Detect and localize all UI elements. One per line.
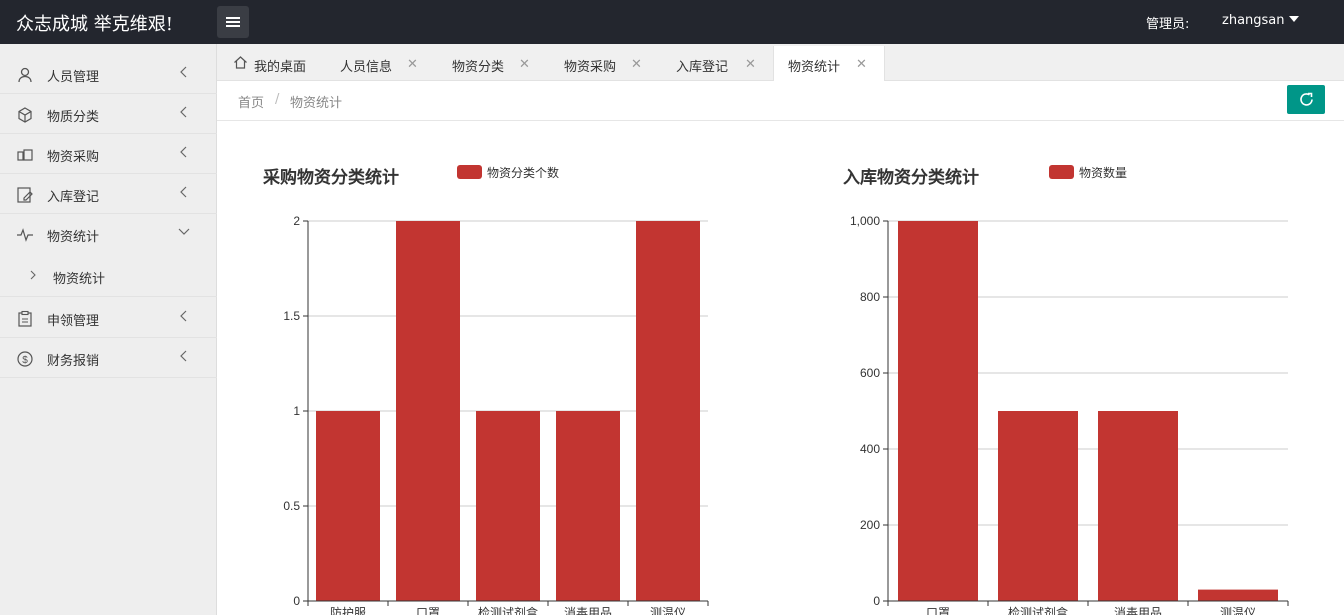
chevron-left-icon	[180, 350, 187, 362]
menu-icon-bar	[226, 21, 240, 23]
sidebar-item-label: 人员管理	[47, 70, 100, 85]
tab-personnel-info[interactable]: 人员信息 ✕	[323, 46, 435, 81]
y-tick-label: 400	[860, 442, 880, 456]
tab-label: 入库登记	[676, 60, 729, 75]
bar	[998, 411, 1078, 601]
sidebar-item-label: 物质分类	[47, 110, 100, 125]
user-icon	[18, 67, 32, 83]
sidebar-item-label: 物资采购	[47, 150, 100, 165]
y-tick-label: 0.5	[283, 499, 300, 513]
tab-desktop[interactable]: 我的桌面	[217, 46, 323, 81]
top-header: 众志成城 举克维艰! 管理员: zhangsan	[0, 0, 1344, 44]
edit-icon	[17, 187, 33, 203]
clipboard-icon	[18, 310, 32, 327]
sidebar-item-personnel[interactable]: 人员管理	[0, 54, 217, 94]
sidebar-item-purchase[interactable]: 物资采购	[0, 134, 217, 174]
tab-purchase[interactable]: 物资采购 ✕	[547, 46, 659, 81]
sidebar-item-requisition[interactable]: 申领管理	[0, 298, 217, 338]
x-tick-label: 口罩	[926, 606, 950, 615]
x-tick-label: 消毒用品	[1114, 606, 1162, 615]
sidebar: 人员管理 物质分类 物资采购 入库登记 物资统计 物资统计 申领管理 $ 财务报…	[0, 44, 217, 615]
chevron-down-icon	[178, 228, 190, 235]
close-icon[interactable]: ✕	[745, 57, 756, 72]
warehousing-bar-chart: 0 200 400 600 800 1,000 口罩 检测试剂盒 消毒用品 测温仪	[850, 214, 1289, 615]
chevron-left-icon	[180, 146, 187, 158]
menu-icon-bar	[226, 25, 240, 27]
home-icon	[234, 56, 247, 69]
sidebar-subitem-label: 物资统计	[53, 272, 106, 287]
tab-label: 物资采购	[564, 60, 617, 75]
tab-label: 物资分类	[452, 60, 505, 75]
sidebar-item-label: 入库登记	[47, 190, 100, 205]
tab-bar: 我的桌面 人员信息 ✕ 物资分类 ✕ 物资采购 ✕ 入库登记 ✕ 物资统计 ✕	[217, 44, 1344, 82]
sidebar-item-label: 财务报销	[47, 354, 100, 369]
y-tick-label: 1	[293, 404, 300, 418]
tab-material-category[interactable]: 物资分类 ✕	[435, 46, 547, 81]
dollar-icon: $	[17, 351, 33, 367]
x-tick-label: 检测试剂盒	[1008, 605, 1068, 615]
svg-text:$: $	[22, 355, 28, 366]
menu-icon-bar	[226, 17, 240, 19]
bar	[1098, 411, 1178, 601]
chevron-left-icon	[180, 106, 187, 118]
bar	[316, 411, 380, 601]
y-tick-label: 0	[293, 594, 300, 608]
x-tick-label: 测温仪	[1220, 606, 1256, 615]
cube-icon	[18, 107, 32, 123]
y-tick-label: 200	[860, 518, 880, 532]
bar	[476, 411, 540, 601]
x-tick-label: 检测试剂盒	[478, 605, 538, 615]
tab-label: 我的桌面	[254, 60, 307, 75]
sidebar-subitem-statistics[interactable]: 物资统计	[0, 255, 217, 297]
sidebar-item-label: 申领管理	[47, 314, 100, 329]
admin-label: 管理员:	[1146, 17, 1190, 32]
tab-warehousing[interactable]: 入库登记 ✕	[659, 46, 773, 81]
y-tick-label: 1.5	[283, 309, 300, 323]
pulse-icon	[17, 228, 33, 242]
brand-title: 众志成城 举克维艰!	[16, 14, 173, 35]
chevron-left-icon	[180, 66, 187, 78]
x-tick-label: 防护服	[330, 605, 366, 615]
close-icon[interactable]: ✕	[407, 57, 418, 72]
cart-icon	[17, 149, 33, 161]
sidebar-item-warehousing[interactable]: 入库登记	[0, 174, 217, 214]
menu-toggle-button[interactable]	[217, 6, 249, 38]
sidebar-item-label: 物资统计	[47, 230, 100, 245]
x-tick-label: 测温仪	[650, 606, 686, 615]
tab-statistics[interactable]: 物资统计 ✕	[773, 46, 885, 82]
sidebar-item-finance[interactable]: $ 财务报销	[0, 338, 217, 378]
close-icon[interactable]: ✕	[519, 57, 530, 72]
y-tick-label: 0	[873, 594, 880, 608]
bar	[636, 221, 700, 601]
close-icon[interactable]: ✕	[631, 57, 642, 72]
chevron-left-icon	[180, 310, 187, 322]
chevron-right-icon	[30, 270, 36, 280]
caret-down-icon[interactable]	[1289, 16, 1299, 22]
chevron-left-icon	[180, 186, 187, 198]
bar	[1198, 589, 1278, 601]
y-tick-label: 800	[860, 290, 880, 304]
x-tick-label: 消毒用品	[564, 606, 612, 615]
purchase-bar-chart: 0 0.5 1 1.5 2 防护服 口罩 检测试剂盒 消毒用品 测温仪	[283, 214, 709, 615]
x-tick-label: 口罩	[416, 606, 440, 615]
sidebar-item-statistics[interactable]: 物资统计	[0, 214, 217, 254]
bar	[898, 221, 978, 601]
y-tick-label: 600	[860, 366, 880, 380]
main-content: 首页 / 物资统计 采购物资分类统计 物资分类个数 0 0.5 1 1.5 2 防护服 口罩…	[217, 81, 1344, 615]
sidebar-item-material-category[interactable]: 物质分类	[0, 94, 217, 134]
tab-label: 人员信息	[340, 60, 393, 75]
y-tick-label: 1,000	[850, 214, 880, 228]
user-menu[interactable]: zhangsan	[1222, 13, 1285, 28]
y-tick-label: 2	[293, 214, 300, 228]
bar	[556, 411, 620, 601]
tab-label: 物资统计	[788, 60, 841, 75]
close-icon[interactable]: ✕	[856, 57, 867, 72]
bar	[396, 221, 460, 601]
